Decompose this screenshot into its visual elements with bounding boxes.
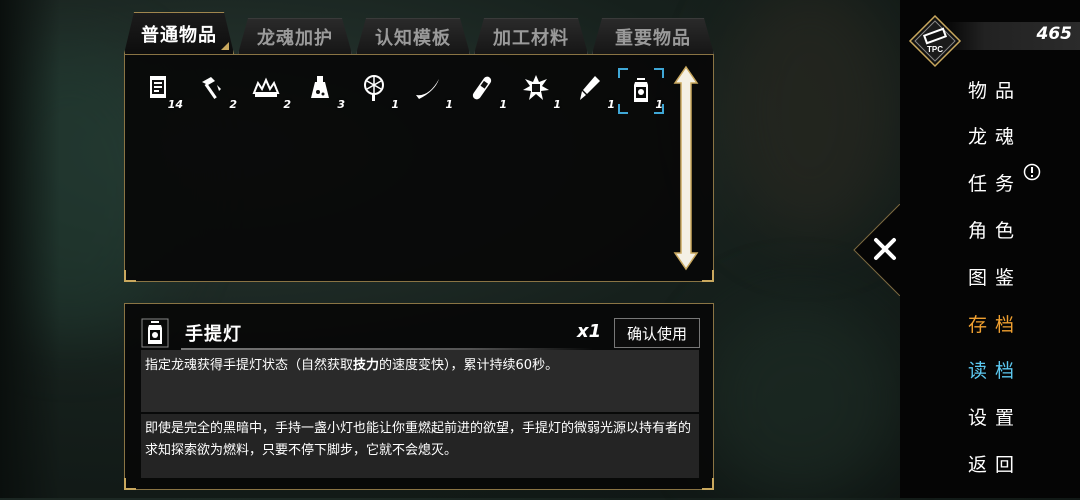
effect-keyword: 技力 <box>353 358 380 373</box>
background-edge <box>0 0 60 498</box>
selection-corner <box>654 68 664 78</box>
menu-item-items[interactable]: 物品 <box>968 76 1022 103</box>
item-count: 2 <box>229 98 237 111</box>
item-slot[interactable]: 1 <box>575 73 615 111</box>
effect-text-start: 指定龙魂获得手提灯状态（自然获取 <box>145 358 354 373</box>
tab-label: 认知模板 <box>375 27 451 49</box>
background-blur <box>700 300 900 500</box>
item-slot[interactable]: 2 <box>197 73 237 111</box>
item-quantity: x1 <box>577 321 602 342</box>
lantern-icon <box>634 78 648 102</box>
lantern-icon <box>141 318 169 348</box>
close-icon[interactable] <box>872 236 898 262</box>
tab-normal-items[interactable]: 普通物品 <box>124 12 234 54</box>
tab-label: 重要物品 <box>615 27 691 49</box>
crown-icon <box>252 77 280 97</box>
effect-text-end: 的速度变快），累计持续60秒。 <box>379 358 559 373</box>
item-count: 1 <box>655 98 663 111</box>
item-slot[interactable]: 1 <box>521 73 561 111</box>
confirm-use-button[interactable]: 确认使用 <box>614 318 700 348</box>
item-lore-text: 即使是完全的黑暗中，手持一盏小灯也能让你重燃起前进的欲望，手提灯的微弱光源以持有… <box>141 414 699 478</box>
inventory-tabs: 普通物品 龙魂加护 认知模板 加工材料 重要物品 <box>124 12 716 54</box>
horn-icon <box>416 79 439 99</box>
tab-cognition-template[interactable]: 认知模板 <box>356 18 470 54</box>
tab-dragon-blessing[interactable]: 龙魂加护 <box>238 18 352 54</box>
item-grid-panel: 14 2 2 3 1 1 1 1 1 1 <box>124 54 714 282</box>
item-slot[interactable]: 1 <box>359 73 399 111</box>
tab-label: 普通物品 <box>141 24 217 46</box>
item-detail-panel: 手提灯 x1 确认使用 指定龙魂获得手提灯状态（自然获取技力的速度变快），累计持… <box>124 303 714 490</box>
item-slot[interactable]: 1 <box>413 73 453 111</box>
menu-item-back[interactable]: 返回 <box>968 450 1022 477</box>
item-count: 2 <box>283 98 291 111</box>
tpc-currency-icon: TPC <box>908 14 962 68</box>
tab-corner-mark <box>221 42 229 50</box>
menu-item-save[interactable]: 存档 <box>968 310 1022 337</box>
currency-value: 465 <box>1036 24 1073 44</box>
item-slot[interactable]: 14 <box>143 73 183 111</box>
alert-icon <box>1023 163 1041 181</box>
capsule-icon <box>472 76 492 100</box>
menu-item-load[interactable]: 读档 <box>968 356 1022 383</box>
scrollbar[interactable] <box>673 65 699 271</box>
burst-card-icon <box>523 75 549 100</box>
item-count: 1 <box>445 98 453 111</box>
item-count: 1 <box>391 98 399 111</box>
item-count: 1 <box>499 98 507 111</box>
item-slot[interactable]: 2 <box>251 73 291 111</box>
item-slot[interactable]: 1 <box>467 73 507 111</box>
hammer-pick-icon <box>202 77 221 99</box>
item-effect-text: 指定龙魂获得手提灯状态（自然获取技力的速度变快），累计持续60秒。 <box>141 350 699 412</box>
item-count: 1 <box>553 98 561 111</box>
item-name: 手提灯 <box>185 324 242 345</box>
potion-bottle-icon <box>311 76 329 98</box>
net-icon <box>364 75 384 101</box>
tab-label: 加工材料 <box>493 27 569 49</box>
menu-item-settings[interactable]: 设置 <box>968 403 1022 430</box>
tab-materials[interactable]: 加工材料 <box>474 18 588 54</box>
item-count: 14 <box>167 98 183 111</box>
tab-label: 龙魂加护 <box>257 27 333 49</box>
item-slot-selected[interactable]: 1 <box>618 68 664 114</box>
menu-item-encyclopedia[interactable]: 图鉴 <box>968 263 1022 290</box>
tpc-label: TPC <box>927 45 943 54</box>
tab-key-items[interactable]: 重要物品 <box>592 18 714 54</box>
menu-item-dragon-souls[interactable]: 龙魂 <box>968 122 1022 149</box>
item-slot[interactable]: 3 <box>305 73 345 111</box>
item-count: 1 <box>607 98 615 111</box>
item-count: 3 <box>337 98 345 111</box>
brush-icon <box>580 76 600 100</box>
selection-corner <box>618 104 628 114</box>
menu-item-characters[interactable]: 角色 <box>968 216 1022 243</box>
menu-item-quests[interactable]: 任务 <box>968 169 1022 196</box>
